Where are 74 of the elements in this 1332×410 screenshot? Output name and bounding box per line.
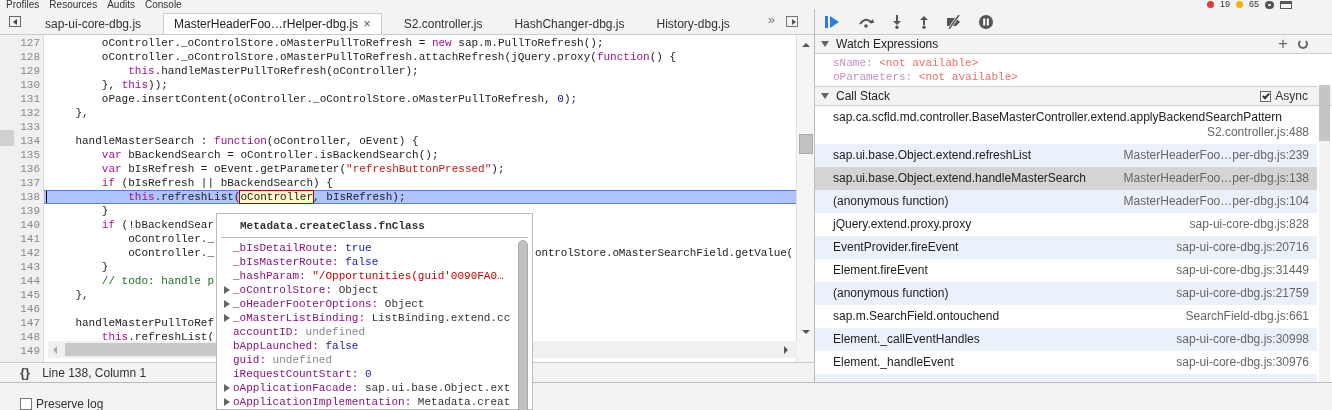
code-line: },: [74, 107, 89, 119]
code-line: oController._oControlStore.oMasterPullToRefresh = new sap.m.PullToRefresh();: [100, 37, 604, 49]
code-line: }: [100, 205, 109, 217]
line-number: 139: [19, 204, 41, 218]
line-number: 127: [19, 36, 41, 50]
tooltip-title: Metadata.createClass.fnClass: [221, 214, 528, 238]
line-number: 134: [19, 134, 41, 148]
code-line: },: [74, 289, 89, 301]
line-number: 143: [19, 260, 41, 274]
property-entry: guid: undefined: [233, 353, 333, 367]
line-number: 142: [19, 246, 41, 260]
code-line: }: [100, 261, 109, 273]
watch-entry: sName: <not available>: [833, 56, 980, 70]
property-entry: oApplicationImplementation: Metadata.creat: [233, 395, 511, 409]
line-number: 130: [19, 78, 41, 92]
property-entry: _oHeaderFooterOptions: Object: [233, 297, 425, 311]
frame-name: sap.ui.base.Object.extend.handleMasterSearch: [833, 171, 1086, 186]
line-number: 136: [19, 162, 41, 176]
line-number: 137: [19, 176, 41, 190]
line-number: 129: [19, 64, 41, 78]
frame-name: sap.ui.base.Object.extend.refreshList: [833, 148, 1032, 163]
property-entry: _hashParam: "/Opportunities(guid'0090FA0…: [233, 269, 504, 283]
code-line: oController._: [127, 247, 215, 259]
code-line: handleMasterSearch : function(oController, oEvent) {: [74, 135, 419, 147]
code-line: }, this));: [100, 79, 168, 91]
code-line: this.refreshList(: [100, 331, 215, 343]
code-line: oController._oControlStore.oMasterPullToRefresh.attachRefresh(jQuery.proxy(function() {: [100, 51, 677, 63]
property-entry: accountID: undefined: [233, 325, 366, 339]
code-line: // todo: handle p: [100, 275, 215, 287]
line-number: 146: [19, 302, 41, 316]
code-line: if (!bBackendSear: [100, 219, 215, 231]
code-line: handleMasterPullToRef: [74, 317, 215, 329]
line-number: 141: [19, 232, 41, 246]
line-number: 140: [19, 218, 41, 232]
code-line: var bIsRefresh = oEvent.getParameter("refreshButtonPressed");: [100, 163, 505, 175]
line-number: 135: [19, 148, 41, 162]
code-line: this.handleMasterPullToRefresh(oController);: [127, 65, 419, 77]
line-number: 133: [19, 120, 41, 134]
property-entry: iRequestCountStart: 0: [233, 367, 372, 381]
property-entry: oApplicationFacade: sap.ui.base.Object.ext: [233, 381, 511, 395]
code-line: oController._: [127, 233, 215, 245]
line-number: 138: [19, 190, 41, 204]
line-number: 145: [19, 288, 41, 302]
frame-name: (anonymous function): [833, 286, 949, 301]
message-count: 65: [1249, 0, 1259, 9]
frame-name: sap.ca.scfld.md.controller.BaseMasterController.extend.applyBackendSearchPattern: [833, 110, 1282, 125]
watch-entry: oParameters: <not available>: [833, 70, 1019, 84]
line-number: 149: [19, 344, 41, 358]
code-line: oPage.insertContent(oController._oControlStore.oMasterPullToRefresh, 0);: [100, 93, 578, 105]
line-number: 128: [19, 50, 41, 64]
property-entry: bAppLaunched: false: [233, 339, 359, 353]
message-count: 19: [1219, 0, 1230, 9]
frame-name: sap.m.SearchField.ontouchend: [833, 309, 1000, 324]
line-number: 131: [19, 92, 41, 106]
property-entry: _bIsMasterRoute: false: [233, 255, 379, 269]
line-number: 148: [19, 330, 41, 344]
code-line: var bBackendSearch = oController.isBackendSearch();: [100, 149, 439, 161]
property-entry: _oControlStore: Object: [233, 283, 379, 297]
code-line: if (bIsRefresh || bBackendSearch) {: [100, 177, 333, 189]
frame-name: Element.fireEvent: [833, 263, 928, 278]
frame-name: jQuery.extend.proxy.proxy: [833, 217, 972, 232]
line-number: 132: [19, 106, 41, 120]
frame-name: Element._handleEvent: [833, 355, 954, 370]
property-entry: _bIsDetailRoute: true: [233, 241, 372, 255]
line-number: 147: [19, 316, 41, 330]
checkbox-label: Preserve log: [36, 396, 104, 410]
property-entry: _oMasterListBinding: ListBinding.extend.cc: [233, 311, 511, 325]
frame-name: Element._callEventHandles: [833, 332, 980, 347]
frame-name: EventProvider.fireEvent: [833, 240, 959, 255]
checkbox-label: Async: [1275, 88, 1308, 105]
cursor-position: Line 138, Column 1: [42, 364, 147, 382]
code-line: ontrolStore.oMasterSearchField.getValue(: [535, 246, 794, 260]
frame-name: (anonymous function): [833, 194, 949, 209]
line-number: 144: [19, 274, 41, 288]
